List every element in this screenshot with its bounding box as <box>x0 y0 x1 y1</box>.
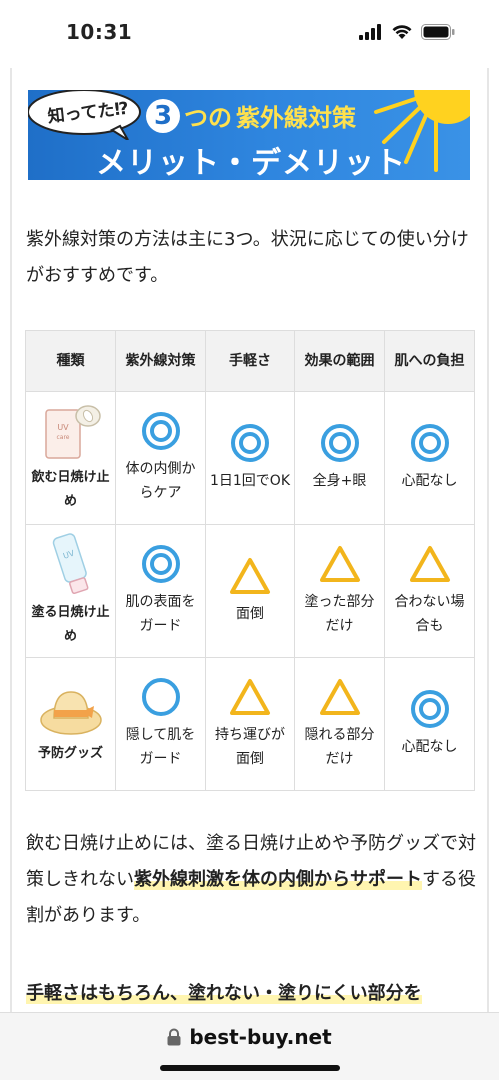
table-cell: 心配なし <box>384 657 475 791</box>
row-type-cell: UV care 飲む日焼け止め <box>25 391 116 525</box>
url-display[interactable]: best-buy.net <box>0 1025 499 1049</box>
row-type-cell: 予防グッズ <box>25 657 116 791</box>
supplement-box-image: UV care <box>44 405 101 459</box>
table-cell: 合わない場合も <box>384 524 475 658</box>
triangle-mark-icon <box>409 546 450 582</box>
triangle-mark-icon <box>319 679 360 715</box>
banner-line1-small: つの <box>184 104 232 132</box>
banner-number: 3 <box>146 98 180 133</box>
cell-text: 肌の表面をガード <box>125 594 196 634</box>
cell-text: 1日1回でOK <box>209 473 290 489</box>
row-type-label: 飲む日焼け止め <box>31 470 110 509</box>
cell-text: 合わない場合も <box>394 594 465 634</box>
table-row: 予防グッズ 隠して肌をガード 持ち運びが面倒 隠れる部分だけ 心配なし <box>25 657 475 791</box>
intro-paragraph: 紫外線対策の方法は主に3つ。状況に応じての使い分けがおすすめです。 <box>26 229 469 286</box>
cell-text: 隠れる部分だけ <box>304 727 375 767</box>
body-paragraph-2: 手軽さはもちろん、塗れない・塗りにくい部分を <box>26 976 476 1012</box>
double-circle-mark-icon <box>141 412 180 450</box>
row-type-cell: UV 塗る日焼け止め <box>25 524 116 658</box>
lock-icon <box>167 1028 181 1046</box>
home-indicator[interactable] <box>160 1065 340 1071</box>
svg-text:UV: UV <box>57 423 69 432</box>
banner-line1-text: 紫外線対策 <box>236 104 356 132</box>
circle-mark-icon <box>141 678 180 716</box>
cell-text: 隠して肌をガード <box>125 727 196 767</box>
table-cell: 心配なし <box>384 391 475 525</box>
triangle-mark-icon <box>230 558 270 594</box>
banner-title-line2: メリット・デメリット <box>96 146 406 180</box>
sunscreen-tube-image: UV <box>52 533 88 595</box>
status-time: 10:31 <box>66 20 133 44</box>
svg-text:care: care <box>56 434 69 441</box>
url-text[interactable]: best-buy.net <box>189 1025 331 1049</box>
wifi-icon <box>392 25 412 39</box>
cell-text: 持ち運びが面倒 <box>215 727 285 767</box>
table-header-row: 種類 紫外線対策 手軽さ 効果の範囲 肌への負担 <box>25 330 475 392</box>
right-column-border <box>487 68 489 1012</box>
table-cell: 面倒 <box>205 524 295 658</box>
table-cell: 肌の表面をガード <box>115 524 206 658</box>
cell-text: 全身+眼 <box>312 473 367 489</box>
article-banner: 知ってた⁉ 3 つの 紫外線対策 メリット・デメリット <box>28 90 470 180</box>
table-row: UV 塗る日焼け止め 肌の表面をガード 面倒 塗った部分だけ 合わない場合も <box>25 524 475 658</box>
header-ease: 手軽さ <box>205 330 295 392</box>
comparison-table: 種類 紫外線対策 手軽さ 効果の範囲 肌への負担 UV care 飲む日焼け止め… <box>25 330 475 791</box>
cell-text: 体の内側からケア <box>125 461 196 501</box>
article-content[interactable]: 知ってた⁉ 3 つの 紫外線対策 メリット・デメリット 紫外線対策の方法は主に3… <box>0 68 499 1012</box>
cell-text: 心配なし <box>401 473 458 489</box>
para2-highlight: 手軽さはもちろん、塗れない・塗りにくい部分を <box>26 983 422 1004</box>
double-circle-mark-icon <box>320 424 359 462</box>
cell-text: 塗った部分だけ <box>304 594 375 634</box>
status-bar: 10:31 <box>0 0 499 68</box>
table-cell: 持ち運びが面倒 <box>205 657 295 791</box>
double-circle-mark-icon <box>410 424 449 462</box>
table-cell: 1日1回でOK <box>205 391 295 525</box>
triangle-mark-icon <box>319 546 360 582</box>
table-cell: 塗った部分だけ <box>294 524 385 658</box>
para1-highlight: 紫外線刺激を体の内側からサポート <box>134 869 422 890</box>
header-uv-care: 紫外線対策 <box>115 330 206 392</box>
banner-title-line1: 3 つの 紫外線対策 <box>146 98 356 133</box>
left-column-border <box>10 68 12 1012</box>
table-cell: 全身+眼 <box>294 391 385 525</box>
double-circle-mark-icon <box>141 545 180 583</box>
cell-text: 心配なし <box>401 739 458 755</box>
table-cell: 体の内側からケア <box>115 391 206 525</box>
table-row: UV care 飲む日焼け止め 体の内側からケア 1日1回でOK 全身+眼 心配… <box>25 391 475 525</box>
table-cell: 隠れる部分だけ <box>294 657 385 791</box>
double-circle-mark-icon <box>231 424 269 462</box>
browser-address-bar[interactable]: best-buy.net <box>0 1012 499 1080</box>
header-coverage: 効果の範囲 <box>294 330 385 392</box>
row-type-label: 予防グッズ <box>37 746 103 761</box>
body-paragraph-1: 飲む日焼け止めには、塗る日焼け止めや予防グッズで対策しきれない紫外線刺激を体の内… <box>26 826 476 934</box>
status-icons <box>359 24 455 40</box>
double-circle-mark-icon <box>410 690 449 728</box>
header-type: 種類 <box>25 330 116 392</box>
table-cell: 隠して肌をガード <box>115 657 206 791</box>
battery-icon <box>421 24 455 40</box>
header-skin-burden: 肌への負担 <box>384 330 475 392</box>
triangle-mark-icon <box>230 679 270 715</box>
cellular-signal-icon <box>359 24 381 40</box>
row-type-label: 塗る日焼け止め <box>31 605 110 644</box>
cell-text: 面倒 <box>236 606 264 622</box>
sun-hat-image <box>39 691 102 735</box>
